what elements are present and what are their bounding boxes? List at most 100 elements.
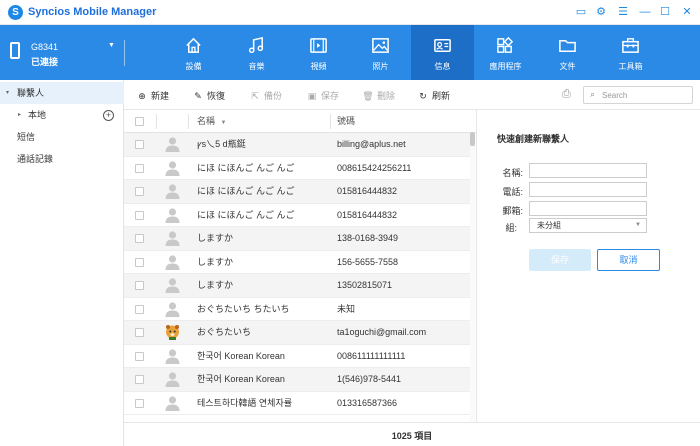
minimize-icon[interactable]: — xyxy=(638,5,652,19)
search-box: ⌕ xyxy=(583,86,693,104)
nav-item-folder[interactable]: 文件 xyxy=(536,25,599,80)
nav-item-home[interactable]: 設備 xyxy=(162,25,225,80)
screen-icon[interactable]: ▭ xyxy=(574,5,588,19)
chevron-right-icon: ▸ xyxy=(18,112,22,118)
save-icon: ▣ xyxy=(307,91,317,101)
row-checkbox[interactable] xyxy=(135,210,144,220)
default-avatar-icon xyxy=(165,277,180,293)
save-toolbar-button[interactable]: ▣ 保存 xyxy=(306,89,339,103)
sidebar-item-call-log[interactable]: 通話記錄 xyxy=(0,148,124,170)
contact-card-icon xyxy=(434,39,451,52)
new-button[interactable]: ⊕ 新建 xyxy=(136,89,169,103)
contact-phone: 138-0168-3949 xyxy=(337,233,399,243)
row-checkbox[interactable] xyxy=(135,257,144,267)
group-select[interactable]: 未分組 ▼ xyxy=(529,218,647,233)
contact-phone: 008611111111111 xyxy=(337,350,406,361)
sidebar-item-label: 通話記錄 xyxy=(17,154,54,164)
print-icon[interactable]: ⎙ xyxy=(562,88,576,102)
folder-icon xyxy=(559,39,576,52)
contact-name: にほ にほんご んご んご xyxy=(197,209,295,220)
default-avatar-icon xyxy=(165,136,180,152)
nav-item-label: 設備 xyxy=(185,62,202,71)
table-row[interactable]: にほ にほんご んご んご 008615424256211 xyxy=(124,157,471,180)
row-checkbox[interactable] xyxy=(135,163,144,173)
table-row[interactable]: しますか 156-5655-7558 xyxy=(124,251,471,274)
delete-button[interactable]: 🗑 刪除 xyxy=(362,89,395,103)
row-checkbox[interactable] xyxy=(135,281,144,290)
search-input[interactable] xyxy=(602,89,690,101)
row-checkbox[interactable] xyxy=(135,398,144,408)
column-divider xyxy=(188,114,189,129)
contact-phone: 156-5655-7558 xyxy=(337,256,399,267)
menu-icon[interactable]: ☰ xyxy=(616,5,630,19)
sidebar-item-label: 短信 xyxy=(17,132,36,142)
column-divider xyxy=(156,114,157,129)
contact-name: しますか xyxy=(197,280,234,290)
phone-field[interactable] xyxy=(529,182,647,197)
nav-item-contact-card[interactable]: 信息 xyxy=(411,25,474,80)
contacts-table: 名稱 ▼ 號碼 ꝩs乀5 d瓶鋌 billing@aplus.net にほ にほんご… xyxy=(124,110,476,422)
email-field[interactable] xyxy=(529,201,647,216)
column-header-phone[interactable]: 號碼 xyxy=(337,110,355,133)
table-row[interactable]: おぐちたいち ta1oguchi@gmail.com xyxy=(124,321,471,345)
sidebar-item-local[interactable]: ▸ 本地 + xyxy=(0,104,124,126)
nav-item-photo[interactable]: 照片 xyxy=(349,25,412,80)
row-checkbox[interactable] xyxy=(135,328,144,337)
cancel-button[interactable]: 取消 xyxy=(597,249,660,271)
group-label: 組: xyxy=(505,223,517,233)
row-checkbox[interactable] xyxy=(135,304,144,314)
device-status: 已連接 xyxy=(31,57,59,67)
nav-item-toolbox[interactable]: 工具箱 xyxy=(599,25,662,80)
table-row[interactable]: しますか 138-0168-3949 xyxy=(124,227,471,251)
gear-icon[interactable]: ⚙ xyxy=(594,5,608,19)
table-row[interactable]: ꝩs乀5 d瓶鋌 billing@aplus.net xyxy=(124,133,471,157)
table-row[interactable]: おぐちたいち ちたいち 未知 xyxy=(124,298,471,321)
row-checkbox[interactable] xyxy=(135,140,144,149)
table-row[interactable]: 테스트하다韓語 연체자률 013316587366 xyxy=(124,392,471,415)
device-selector[interactable]: G8341 已連接 ▼ xyxy=(0,25,124,80)
name-field[interactable] xyxy=(529,163,647,178)
maximize-icon[interactable]: ☐ xyxy=(658,5,672,19)
column-header-name[interactable]: 名稱 ▼ xyxy=(197,110,226,133)
syncios-logo-icon: S xyxy=(8,5,23,20)
sidebar-item-sms[interactable]: 短信 xyxy=(0,126,124,148)
contact-phone: 1(546)978-5441 xyxy=(337,374,402,384)
contact-phone: 013316587366 xyxy=(337,397,398,408)
chevron-down-icon[interactable]: ▼ xyxy=(108,42,115,49)
select-all-checkbox[interactable] xyxy=(135,117,144,126)
scrollbar-thumb[interactable] xyxy=(470,132,475,146)
column-divider xyxy=(330,114,331,129)
row-checkbox[interactable] xyxy=(135,375,144,384)
video-icon xyxy=(310,38,327,53)
restore-button[interactable]: ✎ 恢復 xyxy=(192,89,225,103)
row-checkbox[interactable] xyxy=(135,351,144,361)
nav-item-music[interactable]: 音樂 xyxy=(225,25,288,80)
nav-item-apps[interactable]: 應用程序 xyxy=(474,25,537,80)
row-checkbox[interactable] xyxy=(135,187,144,196)
contact-phone: 13502815071 xyxy=(337,280,393,290)
trash-icon: 🗑 xyxy=(362,91,374,101)
toolbar: ⊕ 新建 ✎ 恢復 ⇱ 備份 ▣ 保存 🗑 刪除 ↻ 刷新 ⎙ ⌕ xyxy=(124,80,700,110)
table-row[interactable]: にほ にほんご んご んご 015816444832 xyxy=(124,204,471,227)
backup-button[interactable]: ⇱ 備份 xyxy=(249,89,282,103)
refresh-button[interactable]: ↻ 刷新 xyxy=(417,89,450,103)
default-avatar-icon xyxy=(165,230,180,246)
table-row[interactable]: 한국어 Korean Korean 1(546)978-5441 xyxy=(124,368,471,392)
plus-circle-icon: ⊕ xyxy=(138,91,146,101)
table-row[interactable]: 한국어 Korean Korean 008611111111111 xyxy=(124,345,471,368)
nav-item-video[interactable]: 視頻 xyxy=(287,25,350,80)
contact-phone: 015816444832 xyxy=(337,209,398,220)
table-scrollbar[interactable] xyxy=(470,132,475,422)
default-avatar-icon xyxy=(165,183,180,199)
row-checkbox[interactable] xyxy=(135,234,144,243)
contact-name: 한국어 Korean Korean xyxy=(197,350,285,361)
contact-name: にほ にほんご んご んご xyxy=(197,162,295,173)
table-row[interactable]: しますか 13502815071 xyxy=(124,274,471,298)
table-row[interactable]: にほ にほんご んご んご 015816444832 xyxy=(124,180,471,204)
save-button[interactable]: 保存 xyxy=(529,249,591,271)
add-group-button[interactable]: + xyxy=(103,110,114,121)
sidebar-item-label: 本地 xyxy=(28,110,47,120)
close-icon[interactable]: ✕ xyxy=(680,5,694,19)
default-avatar-icon xyxy=(165,395,180,411)
sidebar-item-contacts[interactable]: ▾ 聯繫人 xyxy=(0,82,124,104)
